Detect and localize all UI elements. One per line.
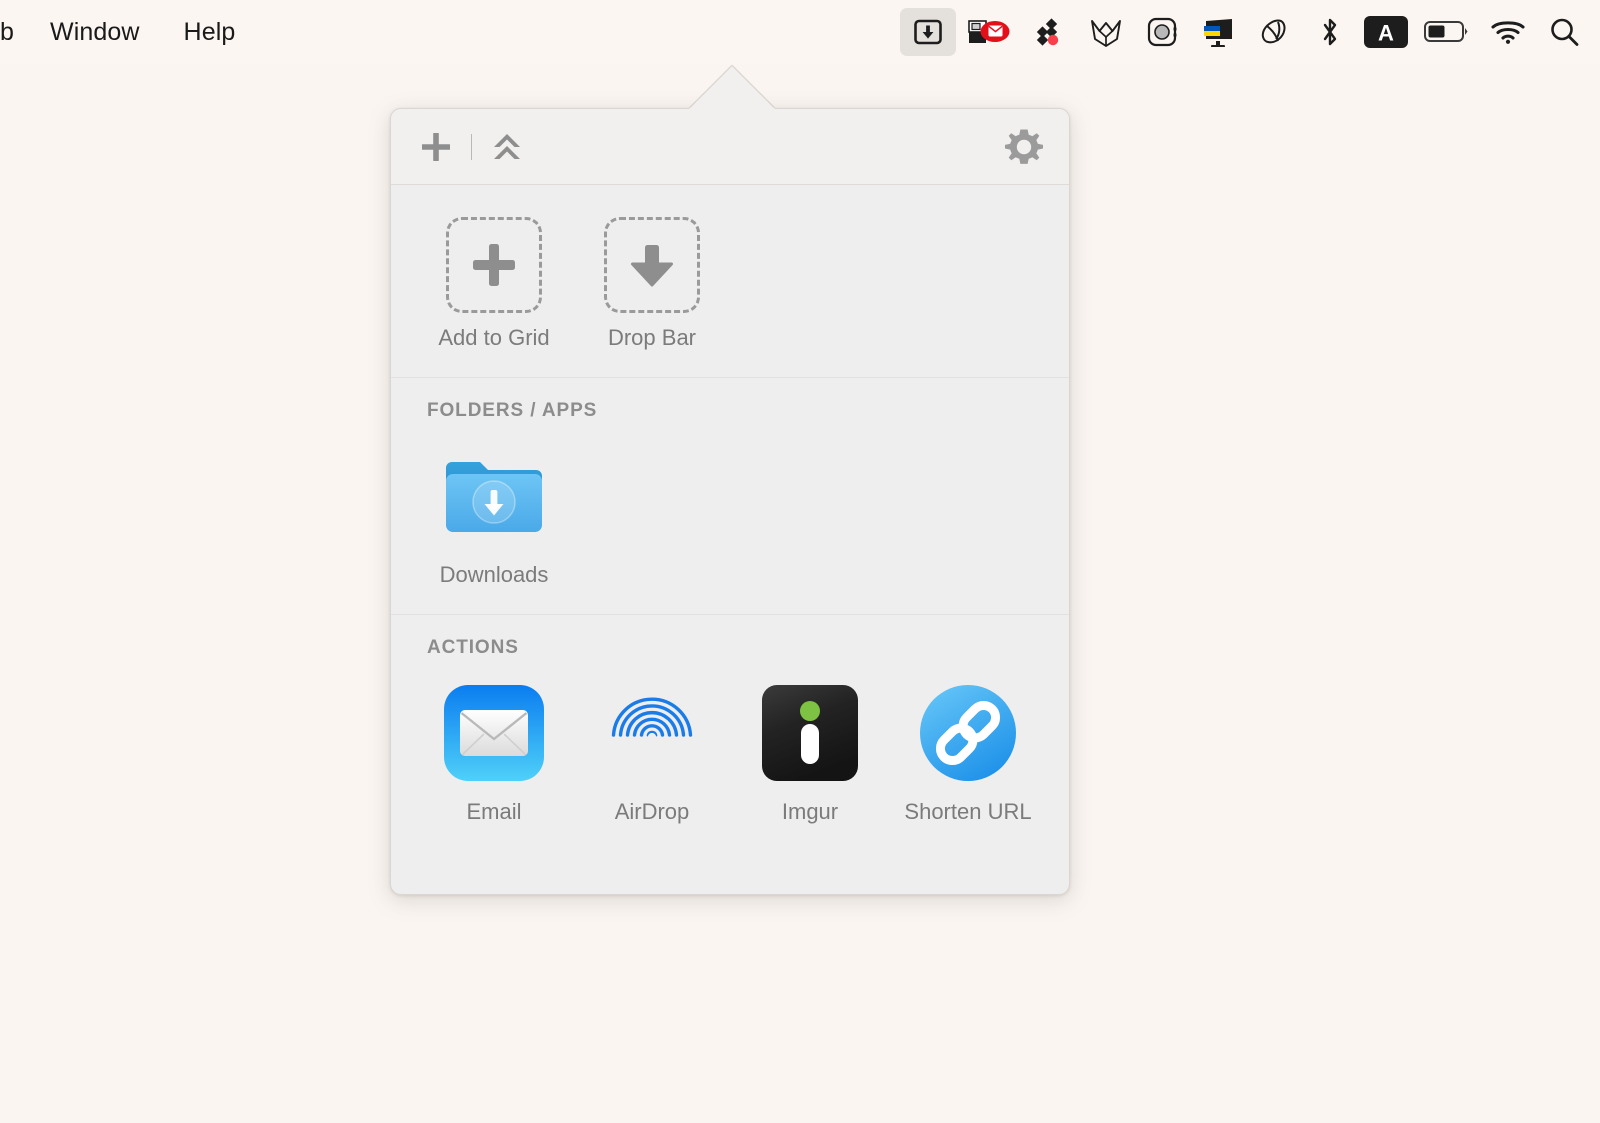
popover-pointer	[689, 66, 775, 109]
menubar: b Window Help A	[0, 0, 1600, 64]
item-label: AirDrop	[614, 799, 690, 824]
item-email[interactable]: Email	[415, 669, 573, 825]
item-shorten-url[interactable]: Shorten URL	[889, 669, 1047, 825]
collapse-button[interactable]	[484, 124, 530, 170]
drop-target-add-to-grid[interactable]: Add to Grid	[415, 207, 573, 351]
spotlight-status-icon[interactable]	[1536, 8, 1592, 56]
gear-icon	[1005, 129, 1043, 164]
camera-status-icon[interactable]	[1134, 8, 1190, 56]
item-imgur[interactable]: Imgur	[731, 669, 889, 825]
email-app-icon	[444, 685, 544, 781]
keyboard-layout-status-icon[interactable]: A	[1358, 8, 1414, 56]
item-label: Email	[466, 799, 522, 824]
add-grid-button[interactable]	[413, 124, 459, 170]
menubar-app-menus: b Window Help	[0, 0, 257, 64]
double-chevron-up-icon	[494, 133, 520, 159]
menubar-status-items: A	[900, 0, 1592, 64]
actions-row: Email AirDrop Imgur Shorten URL	[391, 665, 1069, 843]
section-header-label: ACTIONS	[427, 637, 519, 658]
plus-icon	[473, 244, 515, 286]
add-to-grid-dropbox	[446, 217, 542, 313]
bluetooth-icon	[1323, 18, 1337, 46]
camera-circle-icon	[1147, 17, 1177, 47]
drop-bar-dropbox	[604, 217, 700, 313]
plus-icon	[422, 132, 450, 161]
battery-icon	[1424, 21, 1468, 42]
svg-text:A: A	[1378, 21, 1394, 46]
toolbar-divider	[471, 133, 472, 160]
item-downloads[interactable]: Downloads	[415, 432, 573, 588]
cleaner-brush-icon	[1261, 19, 1286, 44]
wifi-icon	[1491, 21, 1525, 44]
firefox-status-icon[interactable]	[1078, 8, 1134, 56]
settings-button[interactable]	[1001, 124, 1047, 170]
item-label: Imgur	[781, 799, 839, 824]
section-folders-apps: FOLDERS / APPS Downloads	[391, 377, 1069, 614]
envelope-printer-icon	[968, 20, 1010, 43]
drop-target-label: Add to Grid	[438, 325, 550, 350]
drop-target-label: Drop Bar	[607, 325, 697, 350]
letter-a-badge-icon: A	[1364, 16, 1408, 48]
diamonds-dot-icon	[1036, 18, 1059, 46]
menu-window[interactable]: Window	[28, 18, 162, 47]
folders-apps-row: Downloads	[391, 428, 1069, 614]
dropzone-popover: Add to Grid Drop Bar FOLDERS / APPS Down…	[390, 108, 1070, 895]
dropzone-menubar-icon[interactable]	[900, 8, 956, 56]
ukraine-flag-icon	[1204, 19, 1232, 47]
link-chain-icon	[920, 685, 1016, 781]
fox-head-icon	[1091, 20, 1121, 47]
section-actions: ACTIONS Email AirDrop Imgur Shorten URL	[391, 614, 1069, 843]
flag-status-icon[interactable]	[1190, 8, 1246, 56]
downloads-folder-icon	[446, 462, 542, 532]
wifi-status-icon[interactable]	[1480, 8, 1536, 56]
dropbox-status-icon[interactable]	[1022, 8, 1078, 56]
item-airdrop[interactable]: AirDrop	[573, 669, 731, 825]
cleaner-status-icon[interactable]	[1246, 8, 1302, 56]
download-box-icon	[914, 19, 942, 45]
section-header-label: FOLDERS / APPS	[427, 400, 598, 421]
popover-toolbar	[391, 109, 1069, 185]
item-label: Shorten URL	[904, 799, 1032, 824]
drop-targets-row: Add to Grid Drop Bar	[391, 185, 1069, 377]
search-icon	[1551, 18, 1579, 46]
item-label: Downloads	[439, 562, 549, 587]
airdrop-icon	[611, 697, 693, 779]
battery-status-icon[interactable]	[1414, 8, 1480, 56]
imgur-icon	[762, 685, 858, 781]
menu-help[interactable]: Help	[162, 18, 258, 47]
mail-status-icon[interactable]	[956, 8, 1022, 56]
arrow-down-icon	[631, 245, 673, 287]
drop-target-drop-bar[interactable]: Drop Bar	[573, 207, 731, 351]
menu-clipped[interactable]: b	[0, 18, 28, 47]
bluetooth-status-icon[interactable]	[1302, 8, 1358, 56]
drop-targets-section: Add to Grid Drop Bar	[391, 185, 1069, 377]
